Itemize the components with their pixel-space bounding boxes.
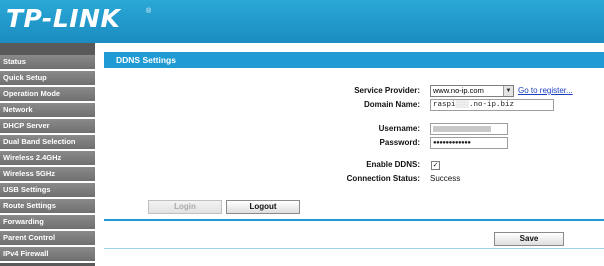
login-button[interactable]: Login: [148, 200, 222, 214]
enable-ddns-label: Enable DDNS:: [366, 160, 420, 169]
logout-button[interactable]: Logout: [226, 200, 300, 214]
sidebar-item-route-settings[interactable]: Route Settings: [0, 199, 95, 215]
registered-mark: ®: [146, 8, 152, 15]
domain-name-suffix: .no-ip.biz: [469, 101, 515, 109]
domain-name-obscured: ▒▒▒: [455, 101, 470, 109]
bottom-divider: [104, 248, 604, 249]
tp-link-logo: TP-LINK: [6, 4, 121, 33]
username-label: Username:: [378, 124, 420, 133]
sidebar-nav: Status Quick Setup Operation Mode Networ…: [0, 43, 95, 266]
sidebar-item-ipv4-firewall[interactable]: IPv4 Firewall: [0, 247, 95, 263]
domain-name-input[interactable]: raspi▒▒▒.no-ip.biz: [430, 99, 554, 111]
sidebar-item-wireless-5ghz[interactable]: Wireless 5GHz: [0, 167, 95, 183]
service-provider-label: Service Provider:: [354, 86, 420, 95]
service-provider-value: www.no-ip.com: [433, 86, 484, 95]
header-bar: TP-LINK ®: [0, 0, 604, 43]
sidebar-item-quick-setup[interactable]: Quick Setup: [0, 71, 95, 87]
sidebar-item-status[interactable]: Status: [0, 55, 95, 71]
chevron-down-icon[interactable]: ▼: [503, 86, 513, 96]
sidebar-item-dhcp-server[interactable]: DHCP Server: [0, 119, 95, 135]
save-button[interactable]: Save: [494, 232, 564, 246]
password-value: ●●●●●●●●●●●●: [433, 140, 471, 146]
connection-status-value: Success: [430, 174, 461, 183]
sidebar-item-forwarding[interactable]: Forwarding: [0, 215, 95, 231]
sidebar-item-usb-settings[interactable]: USB Settings: [0, 183, 95, 199]
main-content: DDNS Settings Service Provider: www.no-i…: [96, 43, 604, 266]
section-divider: [104, 219, 604, 221]
username-obscured: [433, 126, 491, 133]
username-input[interactable]: [430, 123, 508, 135]
service-provider-select[interactable]: www.no-ip.com ▼: [430, 85, 514, 97]
sidebar-item-dual-band-selection[interactable]: Dual Band Selection: [0, 135, 95, 151]
enable-ddns-checkbox[interactable]: ✓: [431, 161, 440, 170]
domain-name-label: Domain Name:: [363, 100, 420, 109]
go-to-register-link[interactable]: Go to register...: [518, 86, 573, 95]
password-input[interactable]: ●●●●●●●●●●●●: [430, 137, 508, 149]
connection-status-label: Connection Status:: [346, 174, 420, 183]
password-label: Password:: [379, 138, 420, 147]
sidebar-item-parent-control[interactable]: Parent Control: [0, 231, 95, 247]
domain-name-prefix: raspi: [433, 101, 456, 109]
page-title: DDNS Settings: [104, 52, 604, 68]
sidebar-item-operation-mode[interactable]: Operation Mode: [0, 87, 95, 103]
sidebar-item-wireless-24ghz[interactable]: Wireless 2.4GHz: [0, 151, 95, 167]
sidebar-item-network[interactable]: Network: [0, 103, 95, 119]
